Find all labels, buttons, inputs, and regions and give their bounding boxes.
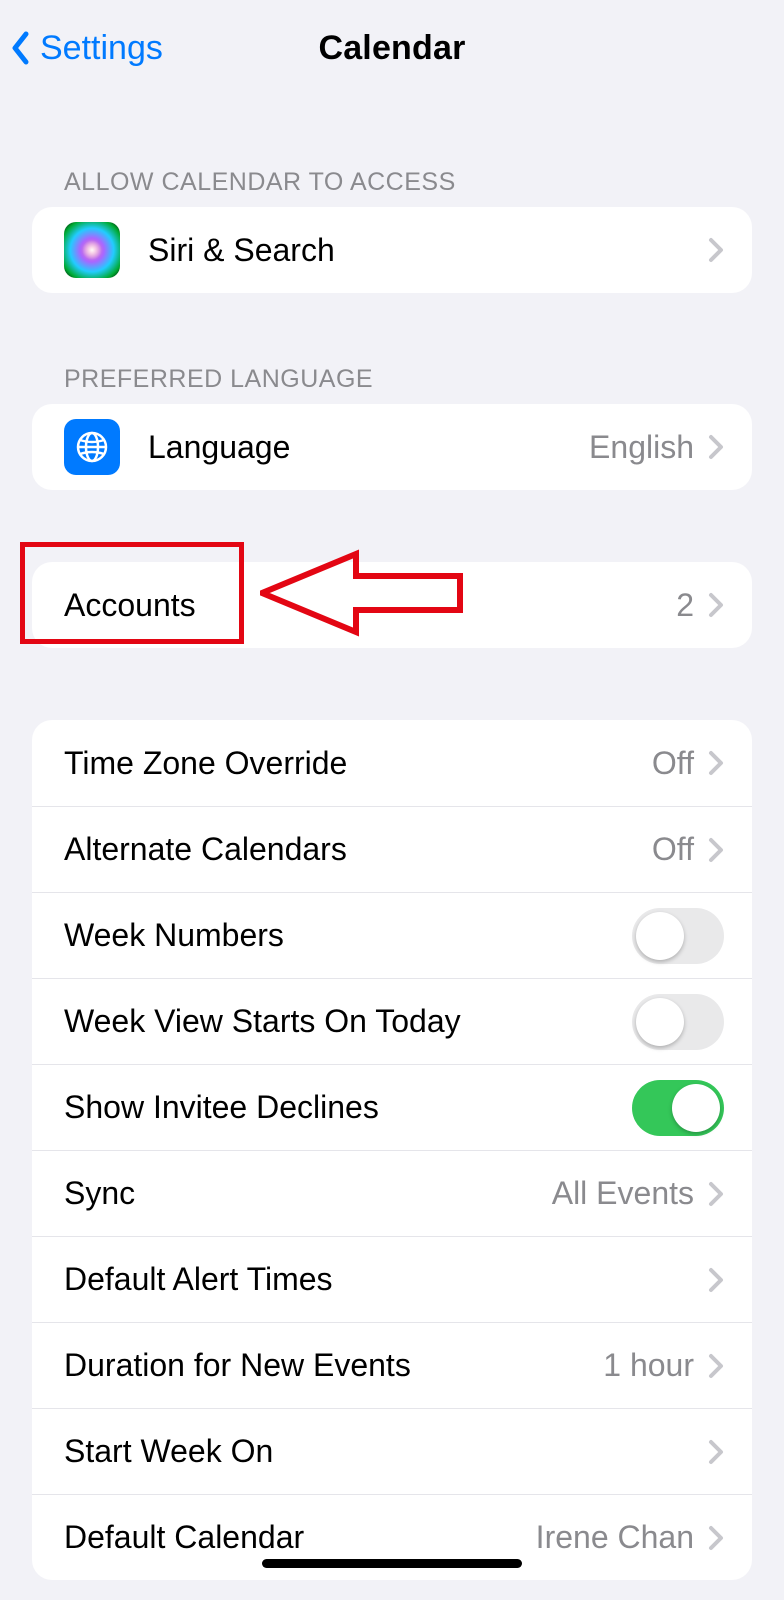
row-siri-search[interactable]: Siri & Search [32, 207, 752, 293]
home-indicator [262, 1559, 522, 1568]
row-label: Week View Starts On Today [64, 1003, 461, 1040]
group-preferences: Time Zone OverrideOffAlternate Calendars… [32, 720, 752, 1580]
chevron-right-icon [708, 837, 724, 863]
row-pref[interactable]: Alternate Calendars Off [32, 806, 752, 892]
chevron-right-icon [708, 434, 724, 460]
row-label: Sync [64, 1175, 135, 1212]
row-pref[interactable]: Sync All Events [32, 1150, 752, 1236]
chevron-left-icon [10, 31, 30, 65]
row-value: English [589, 429, 694, 466]
group-language: Language English [32, 404, 752, 490]
row-value: All Events [552, 1175, 694, 1212]
chevron-right-icon [708, 237, 724, 263]
row-accounts[interactable]: Accounts 2 [32, 562, 752, 648]
row-label: Time Zone Override [64, 745, 347, 782]
chevron-right-icon [708, 1353, 724, 1379]
chevron-right-icon [708, 1267, 724, 1293]
row-label: Duration for New Events [64, 1347, 411, 1384]
section-header-language: PREFERRED LANGUAGE [0, 365, 784, 404]
row-label: Show Invitee Declines [64, 1089, 379, 1126]
row-pref[interactable]: Show Invitee Declines [32, 1064, 752, 1150]
row-value: Off [652, 831, 694, 868]
row-label: Week Numbers [64, 917, 284, 954]
globe-icon [64, 419, 120, 475]
row-label: Accounts [64, 587, 196, 624]
row-label: Alternate Calendars [64, 831, 347, 868]
row-label: Language [148, 429, 290, 466]
row-value: 1 hour [603, 1347, 694, 1384]
chevron-right-icon [708, 592, 724, 618]
row-language[interactable]: Language English [32, 404, 752, 490]
toggle-switch[interactable] [632, 994, 724, 1050]
row-label: Start Week On [64, 1433, 273, 1470]
chevron-right-icon [708, 1181, 724, 1207]
toggle-switch[interactable] [632, 1080, 724, 1136]
chevron-right-icon [708, 750, 724, 776]
group-accounts: Accounts 2 [32, 562, 752, 648]
row-pref[interactable]: Start Week On [32, 1408, 752, 1494]
row-label: Siri & Search [148, 232, 335, 269]
back-label: Settings [40, 29, 163, 68]
row-value: 2 [676, 587, 694, 624]
group-access: Siri & Search [32, 207, 752, 293]
row-label: Default Alert Times [64, 1261, 333, 1298]
row-label: Default Calendar [64, 1519, 304, 1556]
row-pref[interactable]: Time Zone Override Off [32, 720, 752, 806]
siri-icon [64, 222, 120, 278]
nav-bar: Settings Calendar [0, 0, 784, 96]
back-button[interactable]: Settings [10, 29, 163, 68]
chevron-right-icon [708, 1525, 724, 1551]
row-pref[interactable]: Week Numbers [32, 892, 752, 978]
section-header-access: ALLOW CALENDAR TO ACCESS [0, 168, 784, 207]
row-pref[interactable]: Duration for New Events 1 hour [32, 1322, 752, 1408]
row-pref[interactable]: Default Alert Times [32, 1236, 752, 1322]
row-value: Off [652, 745, 694, 782]
chevron-right-icon [708, 1439, 724, 1465]
page-title: Calendar [318, 29, 465, 68]
toggle-switch[interactable] [632, 908, 724, 964]
row-value: Irene Chan [536, 1519, 694, 1556]
row-pref[interactable]: Week View Starts On Today [32, 978, 752, 1064]
